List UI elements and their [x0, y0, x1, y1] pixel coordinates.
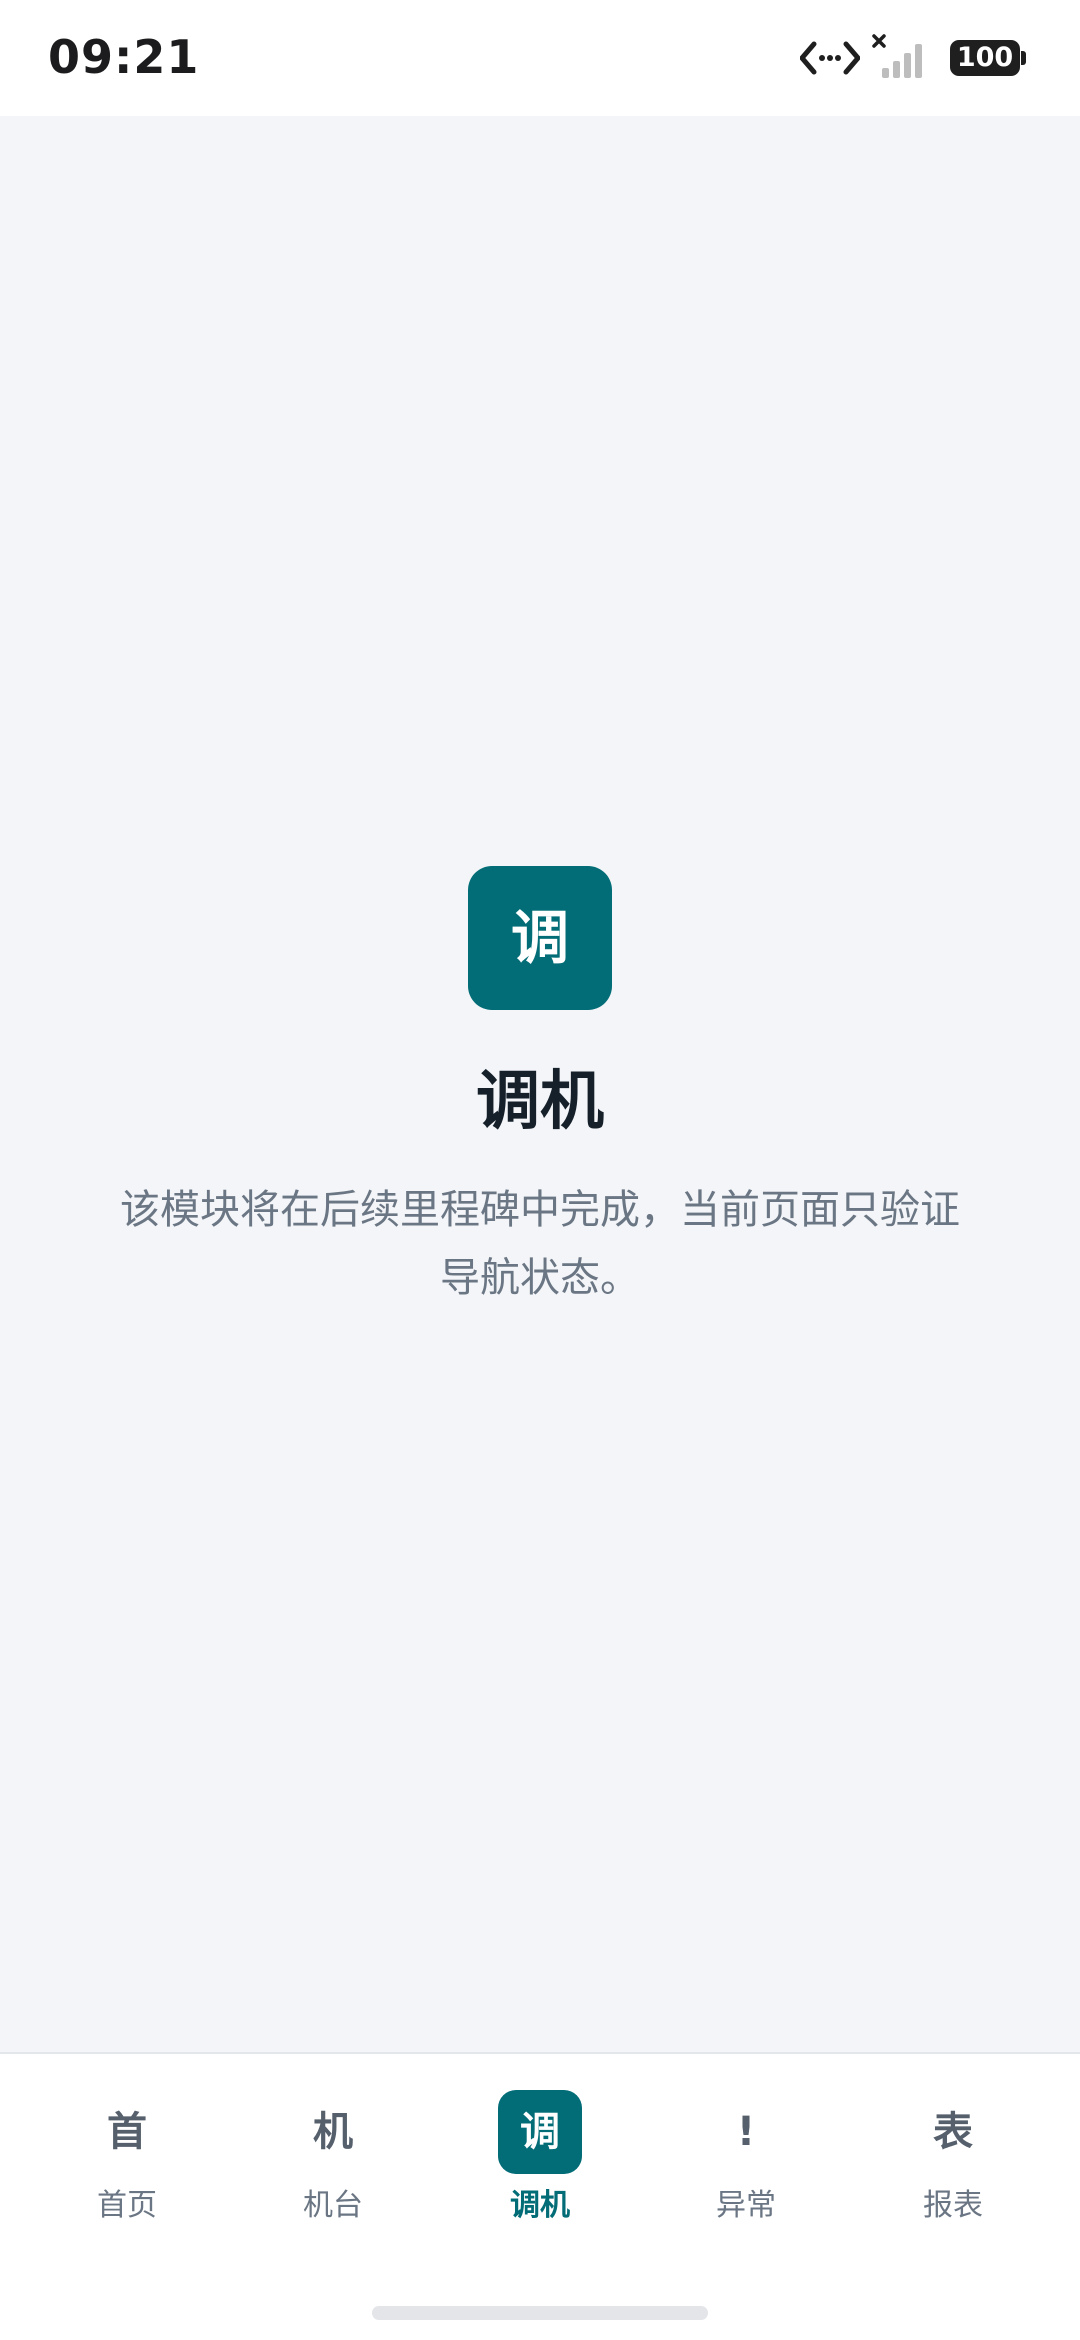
- page-title: 调机: [476, 1065, 604, 1139]
- battery-icon: 100: [950, 40, 1026, 76]
- nav-item-home[interactable]: 首 首页: [47, 2090, 207, 2230]
- nav-label-reports: 报表: [923, 2188, 983, 2223]
- status-bar: 09:21 100: [0, 0, 1080, 116]
- battery-tip: [1021, 51, 1026, 65]
- signal-icon: [872, 34, 922, 78]
- tuning-icon: 调: [498, 2090, 582, 2174]
- data-transfer-icon: [800, 41, 860, 75]
- report-icon: 表: [933, 2109, 973, 2155]
- module-description: 该模块将在后续里程碑中完成，当前页面只验证导航状态。: [120, 1187, 960, 1301]
- nav-item-reports[interactable]: 表 报表: [873, 2090, 1033, 2230]
- module-icon: 调: [468, 866, 612, 1010]
- battery-level: 100: [950, 40, 1020, 76]
- exclamation-icon: !: [736, 2109, 756, 2155]
- nav-item-exceptions[interactable]: ! 异常: [666, 2090, 826, 2230]
- machine-icon: 机: [313, 2109, 353, 2155]
- nav-label-exceptions: 异常: [716, 2188, 776, 2223]
- nav-label-tuning: 调机: [510, 2188, 570, 2223]
- nav-label-machines: 机台: [303, 2188, 363, 2223]
- bottom-nav: 首 首页 机 机台 调 调机 ! 异常 表 报表: [0, 2052, 1080, 2340]
- app-screen: 09:21 100 调 调机 该模块将在后续里程碑中完成，当前页面只验证导航状态…: [0, 0, 1080, 2340]
- status-time: 09:21: [48, 30, 200, 84]
- home-indicator[interactable]: [372, 2306, 708, 2320]
- main-content: 调 调机 该模块将在后续里程碑中完成，当前页面只验证导航状态。: [0, 116, 1080, 2052]
- nav-item-machines[interactable]: 机 机台: [253, 2090, 413, 2230]
- home-icon: 首: [107, 2109, 147, 2155]
- nav-item-tuning[interactable]: 调 调机: [460, 2090, 620, 2230]
- nav-label-home: 首页: [97, 2188, 157, 2223]
